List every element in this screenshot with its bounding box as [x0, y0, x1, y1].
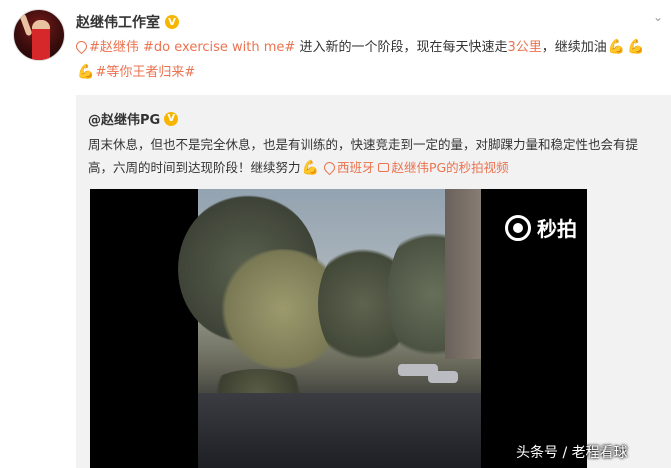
repost-author-name[interactable]: @赵继伟PG [88, 109, 160, 128]
video-link-label: 赵继伟PG的秒拍视频 [391, 160, 509, 175]
verified-badge-icon: V [164, 111, 179, 126]
location-icon [321, 159, 338, 176]
post-tag-link[interactable]: #赵继伟 #do exercise with me# [89, 40, 295, 55]
location-link[interactable]: 西班牙 [321, 159, 375, 176]
video-building [445, 189, 481, 359]
repost-card: @赵继伟PG V 周末休息，但也不是完全休息，也是有训练的，快速竞走到一定的量，… [76, 95, 671, 468]
location-label: 西班牙 [336, 160, 375, 175]
flexed-arm-icon: 💪 [77, 64, 95, 80]
author-name[interactable]: 赵继伟工作室 [76, 12, 160, 32]
miaopai-eye-icon [505, 214, 531, 241]
post-body: 进入新的一个阶段，现在每天快速走 [295, 40, 508, 55]
verified-badge-icon: V [165, 15, 179, 29]
repost-header: @赵继伟PG V [88, 109, 179, 128]
repost-text: 周末休息，但也不是完全休息，也是有训练的，快速竞走到一定的量，对脚踝力量和稳定性… [88, 133, 660, 180]
chevron-down-icon[interactable]: ⌄ [653, 10, 663, 24]
distance-highlight: 3公里 [507, 40, 542, 55]
post-header: 赵继伟工作室 V [76, 12, 179, 32]
post-body-after: ，继续加油 [541, 40, 607, 55]
avatar[interactable] [13, 9, 65, 61]
video-car [428, 371, 458, 383]
post-text: #赵继伟 #do exercise with me# 进入新的一个阶段，现在每天… [73, 35, 656, 85]
video-link-icon [378, 163, 390, 172]
flexed-arm-icon: 💪 [627, 39, 645, 55]
miaopai-logo: 秒拍 [505, 213, 577, 242]
miaopai-brand: 秒拍 [537, 217, 577, 241]
video-road [198, 393, 481, 468]
video-frame [178, 189, 481, 468]
video-link[interactable]: 赵继伟PG的秒拍视频 [378, 160, 509, 175]
location-icon [73, 38, 90, 55]
avatar-figure [32, 20, 50, 60]
flexed-arm-icon: 💪 [607, 39, 626, 55]
post-tag-link-2[interactable]: #等你王者归来# [95, 65, 195, 80]
watermark: 头条号 / 老程看球 [516, 445, 628, 461]
flexed-arm-icon: 💪 [301, 160, 319, 176]
video-player[interactable]: 秒拍 [90, 189, 587, 468]
avatar-arm [19, 13, 33, 37]
